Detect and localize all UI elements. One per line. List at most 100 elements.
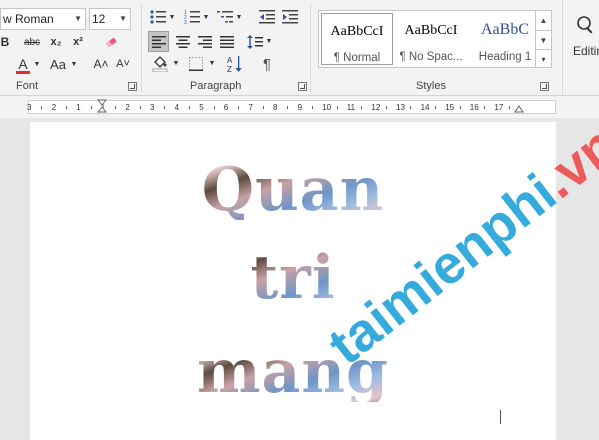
multilevel-list-icon — [217, 11, 233, 23]
style-normal[interactable]: AaBbCcI ¶ Normal — [321, 13, 393, 65]
group-divider — [141, 4, 142, 92]
align-left-button[interactable] — [148, 31, 169, 52]
increase-indent-icon — [282, 10, 298, 24]
chevron-down-icon[interactable]: ▼ — [235, 12, 243, 22]
style-sample: AaBbCcI — [330, 24, 384, 39]
ruler-label: 4 — [174, 103, 180, 112]
subscript-icon: x₂ — [50, 36, 62, 48]
ruler-label: 2 — [125, 103, 130, 112]
font-name-combo[interactable]: w Roman ▼ — [0, 8, 86, 30]
ruler-label: 17 — [494, 103, 504, 112]
show-marks-icon: ¶ — [262, 55, 272, 73]
ruler-label: 3 — [27, 103, 32, 112]
styles-gallery: AaBbCcI ¶ Normal AaBbCcI ¶ No Spac... Aa… — [318, 10, 552, 68]
font-group-label: Font — [16, 80, 39, 92]
chevron-down-icon[interactable]: ▼ — [172, 58, 180, 68]
style-sample: AaBbCcI — [404, 23, 458, 38]
bullets-button[interactable] — [149, 8, 167, 26]
grow-font-button[interactable]: A˄ — [92, 54, 110, 74]
horizontal-ruler[interactable]: 3211234567891011121314151617 — [27, 99, 556, 114]
clear-formatting-icon — [105, 37, 117, 48]
styles-scroll-up-icon[interactable]: ▲ — [535, 11, 551, 30]
increase-indent-button[interactable] — [281, 8, 299, 26]
ruler-tick — [262, 106, 264, 109]
style-name: ¶ No Spac... — [399, 51, 463, 63]
styles-scroll-down-icon[interactable]: ▼ — [535, 30, 551, 49]
bold-icon[interactable]: B — [0, 32, 10, 52]
styles-group-label: Styles — [416, 80, 446, 92]
editing-label: Editin — [573, 44, 599, 58]
paragraph-dialog-launcher-icon[interactable] — [298, 82, 307, 91]
ruler-tick — [385, 106, 387, 109]
chevron-down-icon: ▼ — [74, 14, 82, 23]
document-area: Quan tri mang — [0, 118, 599, 440]
decrease-indent-button[interactable] — [258, 8, 276, 26]
find-icon — [577, 16, 593, 34]
ruler-tick — [459, 106, 461, 109]
strikethrough-button[interactable]: abc — [20, 32, 44, 52]
style-name: ¶ Normal — [333, 52, 381, 64]
font-color-button[interactable]: A — [14, 54, 32, 76]
ruler-label: 12 — [371, 103, 381, 112]
style-heading-1[interactable]: AaBbC Heading 1 — [469, 13, 541, 65]
clear-formatting-button[interactable] — [100, 32, 122, 52]
numbering-icon: 123 — [184, 10, 200, 24]
chevron-down-icon[interactable]: ▼ — [265, 36, 273, 46]
line-spacing-button[interactable] — [246, 31, 264, 52]
ruler-tick — [65, 106, 67, 109]
superscript-icon: x² — [73, 36, 83, 48]
change-case-icon: Aa — [50, 56, 66, 72]
borders-button[interactable] — [186, 54, 206, 74]
chevron-down-icon[interactable]: ▼ — [208, 58, 216, 68]
ruler-tick — [188, 106, 190, 109]
decrease-indent-icon — [259, 10, 275, 24]
ruler-tick — [434, 106, 436, 109]
ruler-tick — [508, 106, 510, 109]
ruler-tick — [287, 106, 289, 109]
text-cursor — [500, 410, 501, 424]
editing-group[interactable]: Editin — [562, 0, 599, 96]
ruler-tick — [164, 106, 166, 109]
multilevel-list-button[interactable] — [216, 8, 234, 26]
font-size-combo[interactable]: 12 ▼ — [89, 8, 131, 30]
chevron-down-icon[interactable]: ▼ — [33, 58, 41, 70]
ruler-label: 2 — [51, 103, 57, 112]
line-spacing-icon — [247, 34, 263, 49]
chevron-down-icon[interactable]: ▼ — [202, 12, 210, 22]
ruler-label: 15 — [445, 103, 455, 112]
change-case-button[interactable]: Aa — [47, 54, 69, 74]
ruler-label: 16 — [469, 103, 479, 112]
ribbon: w Roman ▼ 12 ▼ B abc x₂ x² A ▼ Aa ▼ A˄ A… — [0, 0, 599, 96]
center-icon — [175, 35, 190, 48]
borders-icon — [189, 57, 203, 71]
shrink-font-button[interactable]: A˅ — [114, 54, 132, 74]
font-size-value: 12 — [92, 12, 106, 26]
numbering-button[interactable]: 123 — [183, 8, 201, 26]
right-indent-marker-icon — [514, 105, 524, 113]
align-right-button[interactable] — [194, 31, 215, 52]
shading-icon — [152, 56, 168, 72]
styles-dialog-launcher-icon[interactable] — [540, 82, 549, 91]
chevron-down-icon[interactable]: ▼ — [168, 12, 176, 22]
grow-font-icon: A˄ — [93, 57, 109, 71]
ruler-label: 5 — [199, 103, 204, 112]
first-line-indent-marker-icon — [97, 99, 107, 113]
style-no-spacing[interactable]: AaBbCcI ¶ No Spac... — [395, 13, 467, 65]
paragraph-group-label: Paragraph — [190, 80, 242, 92]
sort-button[interactable]: AZ — [226, 53, 244, 75]
ruler-tick — [238, 106, 240, 109]
ruler-tick — [336, 106, 338, 109]
chevron-down-icon[interactable]: ▼ — [70, 58, 78, 70]
font-dialog-launcher-icon[interactable] — [128, 82, 137, 91]
wordart-line-3: mang — [30, 342, 556, 402]
subscript-button[interactable]: x₂ — [46, 32, 66, 52]
sort-icon: AZ — [227, 56, 242, 73]
show-marks-button[interactable]: ¶ — [258, 53, 276, 75]
ruler-label: 9 — [297, 103, 303, 112]
shading-button[interactable] — [150, 54, 170, 74]
center-button[interactable] — [172, 31, 193, 52]
justify-button[interactable] — [216, 31, 237, 52]
ruler-tick — [139, 106, 141, 109]
styles-more-icon[interactable]: ▾ — [535, 49, 551, 68]
superscript-button[interactable]: x² — [68, 32, 88, 52]
